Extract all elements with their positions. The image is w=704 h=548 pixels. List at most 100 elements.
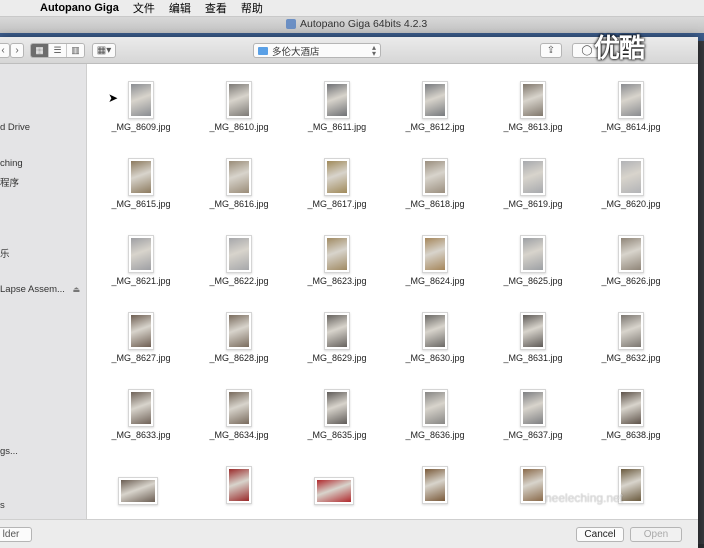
thumbnail-image <box>327 392 347 424</box>
eject-icon[interactable]: ⏏ <box>73 285 81 294</box>
sidebar: d Drive ching 程序 乐 Lapse Assem... ⏏ gs..… <box>0 64 87 529</box>
file-item[interactable]: _MG_8637.jpg <box>484 372 582 449</box>
file-item[interactable] <box>484 449 582 519</box>
file-name: _MG_8629.jpg <box>307 353 367 363</box>
sidebar-item-drive[interactable]: d Drive <box>0 122 30 133</box>
file-name: _MG_8638.jpg <box>601 430 661 440</box>
file-item[interactable]: _MG_8609.jpg <box>92 64 190 141</box>
file-item[interactable] <box>582 449 680 519</box>
file-item[interactable]: _MG_8614.jpg <box>582 64 680 141</box>
file-item[interactable]: _MG_8629.jpg <box>288 295 386 372</box>
column-view-icon[interactable]: ▥ <box>67 44 84 57</box>
file-item[interactable]: _MG_8620.jpg <box>582 141 680 218</box>
sidebar-item-music[interactable]: 乐 <box>0 246 10 260</box>
open-button[interactable]: Open <box>630 527 682 542</box>
file-item[interactable]: _MG_8636.jpg <box>386 372 484 449</box>
file-item[interactable]: _MG_8611.jpg <box>288 64 386 141</box>
file-item[interactable]: _MG_8634.jpg <box>190 372 288 449</box>
thumbnail-image <box>425 469 445 501</box>
menu-file[interactable]: 文件 <box>133 0 155 16</box>
file-item[interactable]: _MG_8626.jpg <box>582 218 680 295</box>
file-name: _MG_8624.jpg <box>405 276 465 286</box>
file-item[interactable]: _MG_8624.jpg <box>386 218 484 295</box>
file-item[interactable]: _MG_8616.jpg <box>190 141 288 218</box>
icon-view-icon[interactable]: ▦ <box>31 44 49 57</box>
back-button[interactable]: ‹ <box>0 43 10 58</box>
file-name: _MG_8636.jpg <box>405 430 465 440</box>
file-thumbnail <box>128 81 154 119</box>
file-item[interactable]: _MG_8619.jpg <box>484 141 582 218</box>
sidebar-item-applications[interactable]: 程序 <box>0 175 19 189</box>
file-item[interactable]: _MG_8613.jpg <box>484 64 582 141</box>
file-item[interactable] <box>386 449 484 519</box>
thumbnail-image <box>621 469 641 501</box>
file-item[interactable]: _MG_8618.jpg <box>386 141 484 218</box>
file-thumbnail <box>324 389 350 427</box>
menu-view[interactable]: 查看 <box>205 0 227 16</box>
sidebar-item-timelapse[interactable]: Lapse Assem... ⏏ <box>0 284 80 295</box>
thumbnail-image <box>621 161 641 193</box>
file-name: _MG_8633.jpg <box>111 430 171 440</box>
thumbnail-image <box>523 161 543 193</box>
thumbnail-image <box>523 84 543 116</box>
file-item[interactable]: _MG_8625.jpg <box>484 218 582 295</box>
sidebar-item-settings[interactable]: gs... <box>0 446 18 457</box>
file-item[interactable]: _MG_8633.jpg <box>92 372 190 449</box>
app-menu[interactable]: Autopano Giga <box>40 2 119 14</box>
list-view-icon[interactable]: ☰ <box>49 44 67 57</box>
file-item[interactable]: _MG_8623.jpg <box>288 218 386 295</box>
file-item[interactable]: _MG_8631.jpg <box>484 295 582 372</box>
file-name: _MG_8616.jpg <box>209 199 269 209</box>
file-name: _MG_8626.jpg <box>601 276 661 286</box>
menu-bar: Autopano Giga 文件 编辑 查看 帮助 <box>0 0 704 17</box>
file-thumbnail <box>520 389 546 427</box>
file-item[interactable]: _MG_8635.jpg <box>288 372 386 449</box>
mouse-cursor-icon: ➤ <box>108 91 119 105</box>
file-thumbnail <box>520 312 546 350</box>
thumbnail-image <box>523 315 543 347</box>
thumbnail-image <box>425 238 445 270</box>
thumbnail-image <box>229 238 249 270</box>
forward-button[interactable]: › <box>10 43 24 58</box>
file-item[interactable]: _MG_8630.jpg <box>386 295 484 372</box>
file-item[interactable]: _MG_8612.jpg <box>386 64 484 141</box>
file-item[interactable]: _MG_8615.jpg <box>92 141 190 218</box>
file-thumbnail <box>618 81 644 119</box>
file-item[interactable] <box>92 449 190 519</box>
file-item[interactable]: _MG_8628.jpg <box>190 295 288 372</box>
sidebar-item-s1[interactable]: s <box>0 500 5 511</box>
file-thumbnail <box>520 466 546 504</box>
sidebar-item-stitching[interactable]: ching <box>0 158 23 169</box>
file-item[interactable]: _MG_8622.jpg <box>190 218 288 295</box>
file-item[interactable]: _MG_8638.jpg <box>582 372 680 449</box>
arrange-button[interactable]: ▦▾ <box>92 43 116 58</box>
location-popup[interactable]: 多伦大酒店 ▴ ▾ <box>253 43 381 58</box>
thumbnail-image <box>229 315 249 347</box>
file-item[interactable]: _MG_8610.jpg <box>190 64 288 141</box>
file-name: _MG_8618.jpg <box>405 199 465 209</box>
thumbnail-image <box>425 161 445 193</box>
app-window: Autopano Giga 64bits 4.2.3 ‹ › ▦ ☰ ▥ ▦▾ … <box>0 17 704 548</box>
file-thumbnail <box>324 312 350 350</box>
file-name: _MG_8632.jpg <box>601 353 661 363</box>
app-icon <box>286 19 296 29</box>
file-item[interactable] <box>190 449 288 519</box>
menu-help[interactable]: 帮助 <box>241 0 263 16</box>
file-thumbnail <box>422 158 448 196</box>
file-thumbnail <box>324 158 350 196</box>
thumbnail-image <box>621 84 641 116</box>
file-item[interactable] <box>288 449 386 519</box>
new-folder-button[interactable]: lder <box>0 527 32 542</box>
file-thumbnail <box>128 312 154 350</box>
file-item[interactable]: _MG_8621.jpg <box>92 218 190 295</box>
file-thumbnail <box>422 81 448 119</box>
share-button[interactable]: ⇪ <box>540 43 562 58</box>
menu-edit[interactable]: 编辑 <box>169 0 191 16</box>
file-name: _MG_8628.jpg <box>209 353 269 363</box>
file-name: _MG_8611.jpg <box>307 122 367 132</box>
file-item[interactable]: _MG_8627.jpg <box>92 295 190 372</box>
file-item[interactable]: _MG_8632.jpg <box>582 295 680 372</box>
cancel-button[interactable]: Cancel <box>576 527 624 542</box>
file-item[interactable]: _MG_8617.jpg <box>288 141 386 218</box>
file-thumbnail <box>422 466 448 504</box>
